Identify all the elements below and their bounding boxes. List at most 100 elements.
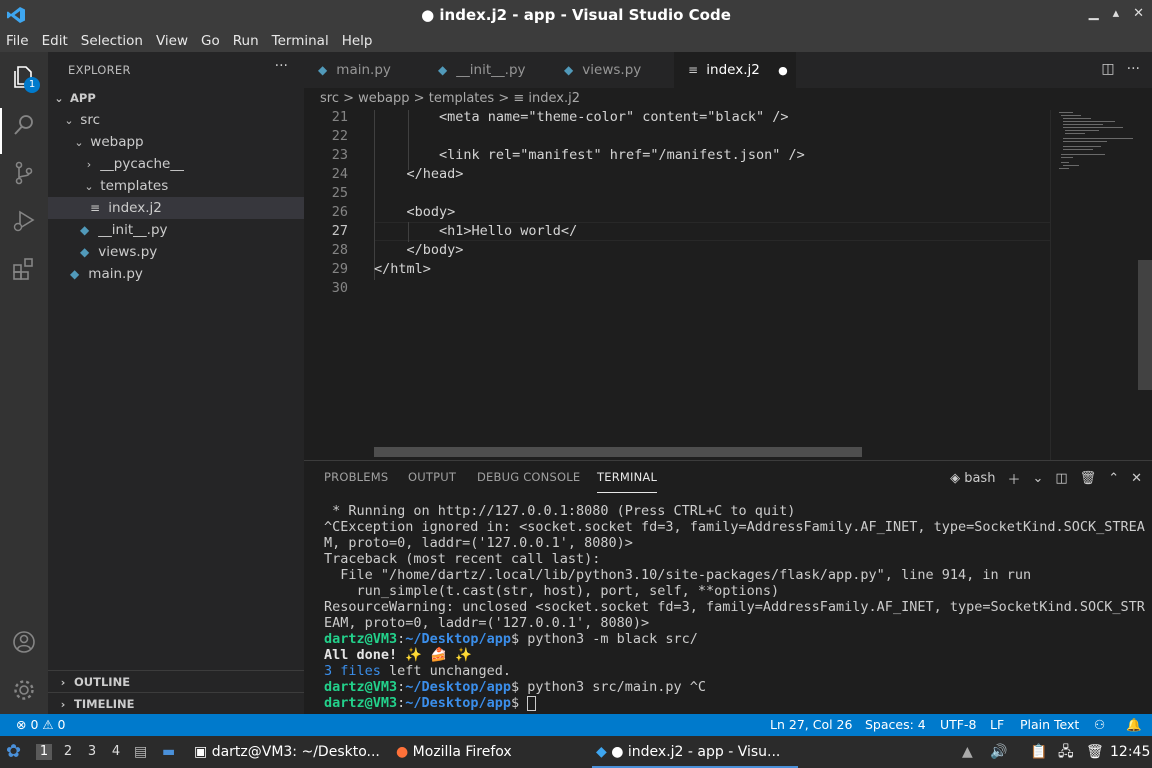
trash-tray-icon[interactable]: 🗑 [1086,736,1104,768]
split-editor-icon[interactable]: ◫ [1101,61,1114,77]
terminal-output[interactable]: * Running on http://127.0.0.1:8080 (Pres… [324,503,1145,711]
tree-file-init-py[interactable]: ◆ __init__.py [48,219,304,241]
problems-status[interactable]: ⊗ 0 ⚠ 0 [16,714,66,736]
maximize-icon[interactable]: ▴ [1113,6,1120,21]
unsaved-dot-icon[interactable]: ● [778,64,788,77]
black-done: All done! [324,647,398,663]
terminal-prompt-line: dartz@VM3:~/Desktop/app$ [324,695,1144,711]
terminal-shell-selector[interactable]: ◈ bash [950,471,995,486]
menu-run[interactable]: Run [233,33,259,49]
notifications-bell-icon[interactable]: 🔔 [1126,714,1142,736]
file-label: main.py [88,266,143,282]
network-icon[interactable]: 🖧 [1058,736,1074,768]
manage-gear-icon[interactable] [9,675,39,705]
tree-file-views-py[interactable]: ◆ views.py [48,241,304,263]
workspace-2[interactable]: 2 [60,744,76,760]
tab-output[interactable]: OUTPUT [408,461,456,493]
timeline-section[interactable]: › TIMELINE [48,692,304,714]
tree-file-main-py[interactable]: ◆ main.py [48,263,304,285]
clock[interactable]: 12:45 [1110,736,1150,768]
workspace-3[interactable]: 3 [84,744,100,760]
accounts-icon[interactable] [9,627,39,657]
tab-debug-console[interactable]: DEBUG CONSOLE [477,461,580,493]
tab-init-py[interactable]: ◆ __init__.py [424,52,550,88]
source-control-icon[interactable] [9,158,39,188]
terminal-line: ^CException ignored in: <socket.socket f… [324,519,1145,535]
firefox-icon: ● [396,744,409,760]
tree-folder-templates[interactable]: ⌄ templates [48,175,304,197]
line-number: 29 [331,261,348,277]
close-panel-icon[interactable]: ✕ [1131,471,1142,486]
tree-folder-pycache[interactable]: › __pycache__ [48,153,304,175]
breadcrumb-templates[interactable]: templates [429,91,494,106]
terminal-line: M, proto=0, laddr=('127.0.0.1', 8080)> [324,535,633,551]
more-actions-icon[interactable]: ··· [1127,61,1140,77]
vertical-scrollbar[interactable] [1138,260,1152,390]
volume-icon[interactable]: 🔊 [990,736,1007,768]
maximize-panel-icon[interactable]: ⌃ [1108,471,1119,486]
tab-terminal[interactable]: TERMINAL [597,461,658,493]
bottom-panel: PROBLEMS OUTPUT DEBUG CONSOLE TERMINAL ◈… [304,460,1152,714]
explorer-badge: 1 [24,77,40,93]
task-label: dartz@VM3: ~/Deskto... [211,744,380,760]
new-terminal-plus-icon[interactable]: ＋ [1007,469,1020,488]
indentation-status[interactable]: Spaces: 4 [865,714,926,736]
workspace-root[interactable]: ⌄ APP [48,87,304,109]
split-terminal-icon[interactable]: ◫ [1055,471,1067,486]
code-editor[interactable]: 21 22 23 24 25 26 27 28 29 30 <meta name… [304,109,1152,460]
trash-icon[interactable]: 🗑 [1080,471,1097,486]
workspace-4[interactable]: 4 [108,744,124,760]
clipboard-icon[interactable]: 📋 [1030,736,1047,768]
terminal-line: 3 files left unchanged. [324,663,1144,679]
files-message: left unchanged. [380,663,511,679]
horizontal-scrollbar[interactable] [374,447,862,457]
chevron-right-icon: › [60,698,66,711]
workspace-1[interactable]: 1 [36,744,52,760]
cursor-position[interactable]: Ln 27, Col 26 [770,714,852,736]
more-actions-icon[interactable]: ··· [275,58,288,74]
terminal-line: * Running on http://127.0.0.1:8080 (Pres… [324,503,796,519]
tray-arrow-icon[interactable]: ▲ [962,736,973,768]
search-icon[interactable] [9,110,39,140]
outline-section[interactable]: › OUTLINE [48,670,304,692]
code-line: </body> [374,242,464,258]
taskbar-firefox[interactable]: ● Mozilla Firefox [396,736,512,768]
terminal-line: Traceback (most recent call last): [324,551,601,567]
menu-terminal[interactable]: Terminal [272,33,329,49]
breadcrumb-src[interactable]: src [320,91,339,106]
file-manager-icon[interactable]: ▤ [134,736,147,768]
tree-file-index-j2[interactable]: ≡ index.j2 [48,197,304,219]
tree-folder-src[interactable]: ⌄ src [48,109,304,131]
breadcrumb-file[interactable]: index.j2 [528,91,580,106]
encoding-status[interactable]: UTF-8 [940,714,976,736]
title-bar: ● index.j2 - app - Visual Studio Code ▁ … [0,0,1152,30]
language-mode[interactable]: Plain Text [1020,714,1079,736]
menu-view[interactable]: View [156,33,188,49]
chevron-down-icon: ⌄ [74,136,84,149]
run-debug-icon[interactable] [9,206,39,236]
chevron-right-icon: > [413,91,425,106]
eol-status[interactable]: LF [990,714,1004,736]
menu-file[interactable]: File [6,33,29,49]
minimize-icon[interactable]: ▁ [1089,6,1099,21]
show-desktop-icon[interactable]: ▬ [162,736,175,768]
menu-go[interactable]: Go [201,33,220,49]
taskbar-terminal[interactable]: ▣ dartz@VM3: ~/Deskto... [194,736,380,768]
close-icon[interactable]: ✕ [1133,6,1144,21]
menu-selection[interactable]: Selection [81,33,143,49]
feedback-icon[interactable]: ⚇ [1094,714,1105,736]
tab-main-py[interactable]: ◆ main.py [304,52,424,88]
terminal-prompt-line: dartz@VM3:~/Desktop/app$ python3 src/mai… [324,679,1144,695]
start-menu-icon[interactable]: ✿ [6,736,21,768]
minimap[interactable] [1050,110,1140,460]
tab-index-j2[interactable]: ≡ index.j2 ● [674,52,796,88]
menu-edit[interactable]: Edit [42,33,68,49]
menu-help[interactable]: Help [342,33,373,49]
tree-folder-webapp[interactable]: ⌄ webapp [48,131,304,153]
breadcrumb-webapp[interactable]: webapp [358,91,409,106]
tab-problems[interactable]: PROBLEMS [324,461,388,493]
extensions-icon[interactable] [9,254,39,284]
chevron-down-icon[interactable]: ⌄ [1032,471,1043,486]
tab-views-py[interactable]: ◆ views.py [550,52,674,88]
taskbar-vscode[interactable]: ◆ ● index.j2 - app - Visu... [596,736,780,768]
